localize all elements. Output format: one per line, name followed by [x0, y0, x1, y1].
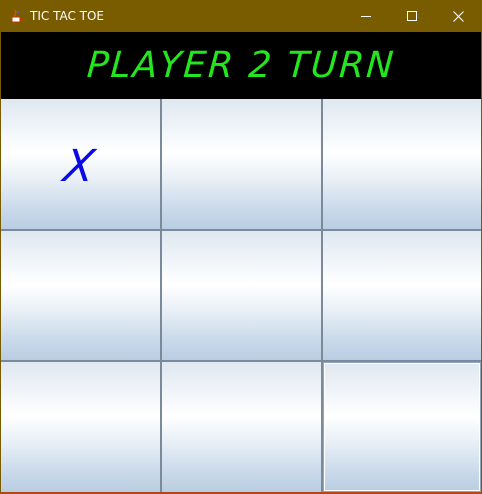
minimize-button[interactable] [343, 0, 389, 32]
window-controls [343, 0, 481, 32]
board-cell-3-2[interactable] [162, 362, 321, 492]
turn-banner: PLAYER 2 TURN [1, 32, 481, 99]
title-bar[interactable]: TIC TAC TOE [1, 0, 481, 32]
board-cell-3-1[interactable] [1, 362, 160, 492]
board-cell-1-3[interactable] [323, 99, 481, 229]
java-app-icon [9, 8, 25, 24]
board-cell-1-1[interactable]: X [1, 99, 160, 229]
turn-indicator-text: PLAYER 2 TURN [85, 45, 397, 86]
board-cell-2-2[interactable] [162, 231, 321, 360]
window-title: TIC TAC TOE [30, 9, 105, 23]
app-window: TIC TAC TOE PLAYER 2 TURN X [0, 0, 482, 494]
close-button[interactable] [435, 0, 481, 32]
board-cell-3-3[interactable] [323, 362, 481, 492]
maximize-button[interactable] [389, 0, 435, 32]
board-cell-2-1[interactable] [1, 231, 160, 360]
close-icon [452, 10, 464, 22]
cell-mark: X [60, 140, 99, 192]
board-cell-2-3[interactable] [323, 231, 481, 360]
board-cell-1-2[interactable] [162, 99, 321, 229]
minimize-icon [361, 16, 371, 17]
maximize-icon [407, 11, 417, 21]
game-board: X [1, 99, 481, 492]
